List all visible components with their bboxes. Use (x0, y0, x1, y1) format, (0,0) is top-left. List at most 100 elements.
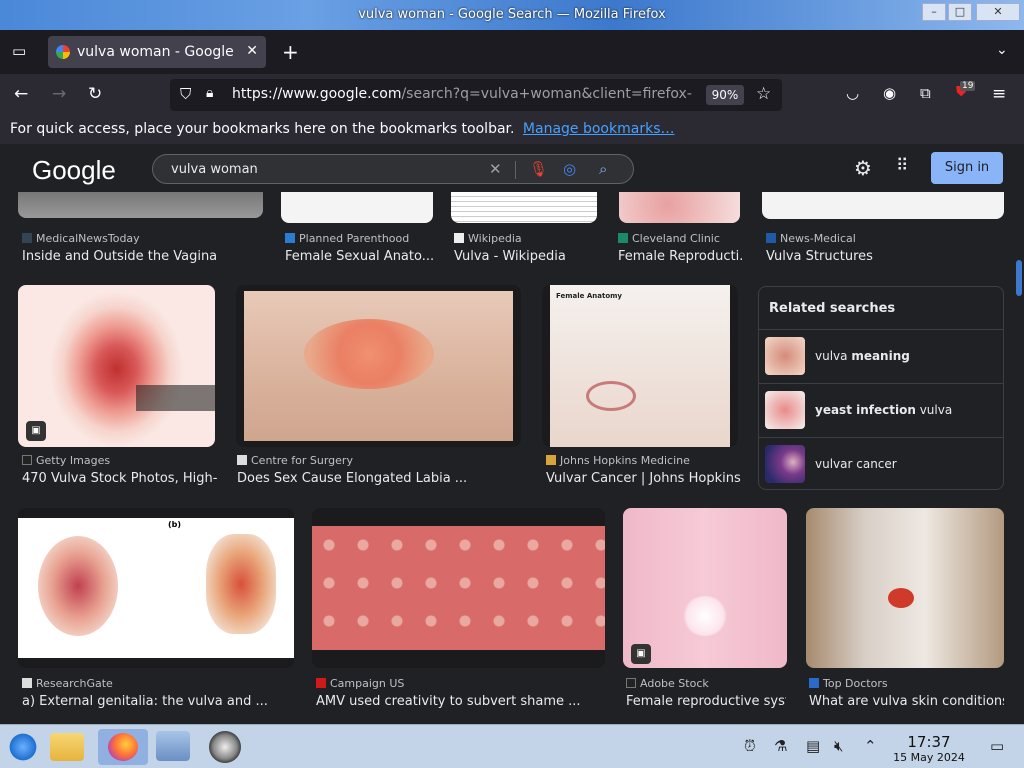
bookmark-star-icon[interactable]: ☆ (756, 84, 771, 104)
voice-search-icon[interactable]: 🎙︎ (529, 160, 548, 178)
result-caption[interactable]: What are vulva skin conditions ... (809, 694, 1004, 709)
result-caption[interactable]: Does Sex Cause Elongated Labia ... (237, 471, 522, 486)
result-source[interactable]: Adobe Stock (626, 677, 786, 690)
clock-time: 17:37 (907, 733, 951, 751)
clear-search-icon[interactable]: ✕ (489, 160, 502, 178)
result-caption[interactable]: Female reproductive syst... (626, 694, 786, 709)
result-source[interactable]: MedicalNewsToday (22, 232, 262, 245)
red-object (888, 588, 914, 608)
network-icon[interactable]: ⚗︎ (774, 737, 787, 755)
result-source[interactable]: Johns Hopkins Medicine (546, 454, 741, 467)
related-searches-title: Related searches (769, 301, 896, 316)
zoom-level[interactable]: 90% (706, 85, 744, 105)
tab-overview-icon[interactable]: ▭ (12, 42, 26, 60)
result-caption[interactable]: Female Reproducti... (618, 249, 744, 264)
remote-desktop-icon[interactable] (156, 731, 190, 761)
related-search-label[interactable]: vulvar cancer (815, 457, 897, 471)
image-badge-icon: ▣ (26, 421, 46, 441)
result-source[interactable]: News-Medical (766, 232, 1002, 245)
bookmarks-hint: For quick access, place your bookmarks h… (10, 121, 515, 137)
result-source[interactable]: Cleveland Clinic (618, 232, 744, 245)
source-favicon-icon (618, 233, 628, 243)
pocket-icon[interactable]: ◡ (846, 84, 859, 102)
clock[interactable]: 17:37 15 May 2024 (888, 733, 970, 764)
extensions-icon[interactable]: ⧉ (920, 84, 931, 102)
source-favicon-icon (809, 678, 819, 688)
related-searches-panel: Related searches vulva meaning yeast inf… (758, 286, 1004, 490)
result-caption[interactable]: Inside and Outside the Vagina (22, 249, 262, 264)
getty-watermark (136, 385, 215, 411)
page-scrollbar[interactable] (1016, 144, 1024, 724)
window-titlebar: vulva woman - Google Search — Mozilla Fi… (0, 0, 1024, 30)
flower-bouquet (304, 319, 434, 389)
settings-gear-icon[interactable]: ⚙ (854, 156, 872, 180)
result-source[interactable]: Campaign US (316, 677, 606, 690)
result-caption[interactable]: Vulva Structures (766, 249, 1002, 264)
source-favicon-icon (22, 678, 32, 688)
new-tab-button[interactable]: + (282, 40, 299, 64)
source-favicon-icon (546, 455, 556, 465)
result-source[interactable]: ResearchGate (22, 677, 298, 690)
uterus-shape (586, 381, 636, 411)
minimize-button[interactable]: – (922, 3, 946, 21)
result-source[interactable]: Planned Parenthood (285, 232, 435, 245)
google-logo[interactable]: Google (32, 155, 116, 186)
url-text[interactable]: https://www.google.com/search?q=vulva+wo… (232, 86, 692, 102)
start-menu-button[interactable] (4, 729, 42, 765)
image-results: MedicalNewsToday Inside and Outside the … (0, 192, 1016, 724)
search-input[interactable]: vulva woman (171, 162, 258, 177)
clipboard-icon[interactable]: ▤ (806, 737, 820, 755)
image-badge-icon: ▣ (631, 644, 651, 664)
close-window-button[interactable]: ✕ (976, 3, 1020, 21)
safari-icon[interactable] (206, 729, 244, 765)
firefox-icon (108, 733, 138, 761)
result-source[interactable]: Getty Images (22, 454, 217, 467)
source-favicon-icon (22, 455, 32, 465)
search-icon[interactable]: ⌕ (599, 160, 607, 178)
url-bar[interactable]: ⛉ 🔒︎ https://www.google.com/search?q=vul… (170, 79, 782, 111)
tray-expand-chevron-icon[interactable]: ⌃ (864, 737, 877, 755)
related-search-item[interactable]: yeast infection vulva (759, 383, 1003, 437)
result-caption[interactable]: Vulva - Wikipedia (454, 249, 600, 264)
volume-muted-icon[interactable]: 🔇︎ (834, 737, 843, 755)
source-favicon-icon (316, 678, 326, 688)
lens-search-icon[interactable]: ◎ (563, 160, 576, 178)
menu-hamburger-icon[interactable]: ≡ (992, 84, 1006, 104)
shield-icon[interactable]: ⛉ (180, 85, 191, 103)
manage-bookmarks-link[interactable]: Manage bookmarks… (523, 121, 675, 137)
google-favicon-icon (56, 45, 70, 59)
related-search-item[interactable]: vulva meaning (759, 329, 1003, 383)
scrollbar-thumb[interactable] (1016, 260, 1022, 296)
related-thumbnail (765, 391, 805, 429)
result-source[interactable]: Wikipedia (454, 232, 600, 245)
result-caption[interactable]: Female Sexual Anato... (285, 249, 435, 264)
sign-in-button[interactable]: Sign in (931, 152, 1003, 184)
reload-icon[interactable]: ↻ (88, 84, 102, 104)
show-desktop-icon[interactable]: ▭ (990, 737, 1004, 755)
result-caption[interactable]: AMV used creativity to subvert shame ... (316, 694, 606, 709)
related-search-item[interactable]: vulvar cancer (759, 437, 1003, 491)
forward-icon[interactable]: → (52, 84, 66, 104)
tab-close-icon[interactable]: ✕ (246, 43, 258, 59)
result-source[interactable]: Top Doctors (809, 677, 1004, 690)
related-search-label[interactable]: vulva meaning (815, 349, 910, 363)
result-caption[interactable]: a) External genitalia: the vulva and ... (22, 694, 298, 709)
apps-grid-icon[interactable]: ⠿ (896, 156, 908, 176)
related-search-label[interactable]: yeast infection vulva (815, 403, 952, 417)
search-box[interactable]: vulva woman ✕ 🎙︎ ◎ ⌕ (152, 154, 634, 184)
list-tabs-chevron-icon[interactable]: ⌄ (996, 42, 1008, 58)
alarm-icon[interactable]: ⏰︎ (744, 737, 756, 755)
firefox-taskbar-button[interactable] (98, 729, 148, 765)
result-source[interactable]: Centre for Surgery (237, 454, 522, 467)
source-favicon-icon (626, 678, 636, 688)
file-manager-icon[interactable] (50, 733, 84, 761)
lock-icon[interactable]: 🔒︎ (206, 85, 213, 101)
account-icon[interactable]: ◉ (883, 84, 896, 102)
result-caption[interactable]: Vulvar Cancer | Johns Hopkins... (546, 471, 741, 486)
source-favicon-icon (237, 455, 247, 465)
source-favicon-icon (454, 233, 464, 243)
maximize-button[interactable]: □ (948, 3, 972, 21)
back-icon[interactable]: ← (14, 84, 28, 104)
tab-active[interactable]: vulva woman - Google Search ✕ (48, 36, 266, 68)
result-caption[interactable]: 470 Vulva Stock Photos, High-... (22, 471, 217, 486)
